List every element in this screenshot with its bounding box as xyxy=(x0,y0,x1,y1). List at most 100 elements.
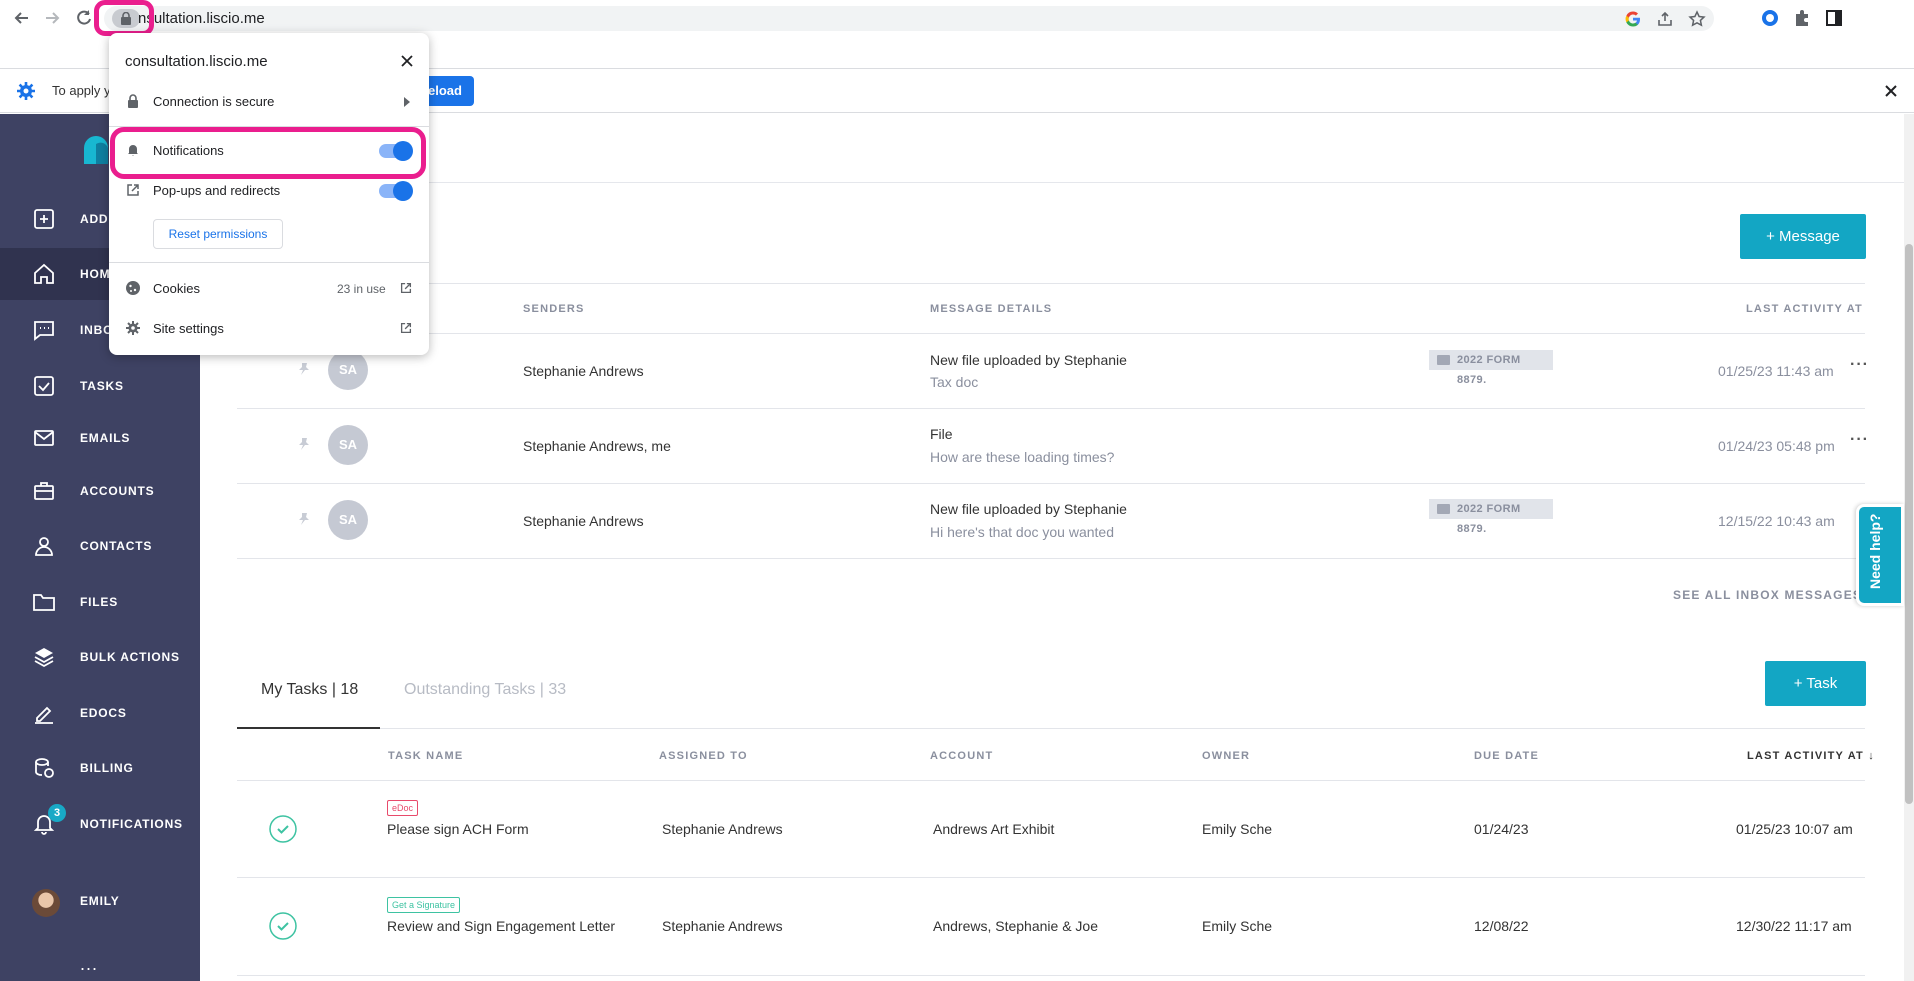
toggle-knob xyxy=(393,181,413,201)
attachment-name: 2022 FORM 8879. xyxy=(1457,503,1521,535)
briefcase-icon xyxy=(34,482,54,500)
last-activity: 01/25/23 10:07 am xyxy=(1736,821,1853,837)
site-info-highlight xyxy=(94,0,154,36)
sidebar-item-bulk-actions[interactable]: BULK ACTIONS xyxy=(0,631,200,683)
more-options-icon[interactable]: ··· xyxy=(1850,356,1869,374)
chat-icon xyxy=(34,321,54,341)
assigned-to: Stephanie Andrews xyxy=(662,918,783,934)
close-icon[interactable] xyxy=(1882,82,1900,100)
more-options-icon[interactable]: ··· xyxy=(1850,431,1869,449)
file-icon xyxy=(1437,355,1450,365)
message-preview: How are these loading times? xyxy=(930,449,1115,465)
task-name[interactable]: Review and Sign Engagement Letter xyxy=(387,918,615,934)
due-date: 12/08/22 xyxy=(1474,918,1529,934)
sender: Stephanie Andrews xyxy=(523,363,644,379)
site-info-popup: consultation.liscio.me Connection is sec… xyxy=(109,33,429,355)
chevron-right-icon xyxy=(404,97,410,107)
column-header-owner[interactable]: OWNER xyxy=(1202,750,1250,762)
sidebar-label: NOTIFICATIONS xyxy=(80,817,183,831)
tab-outstanding-tasks[interactable]: Outstanding Tasks | 33 xyxy=(404,681,566,699)
complete-task-icon[interactable] xyxy=(268,911,298,941)
extension-circle-icon[interactable] xyxy=(1760,8,1780,28)
home-icon xyxy=(34,263,54,284)
reset-permissions-button[interactable]: Reset permissions xyxy=(153,219,283,249)
sidebar-item-emails[interactable]: EMAILS xyxy=(0,412,200,464)
address-bar[interactable] xyxy=(104,6,1714,31)
sidebar-item-profile[interactable]: EMILY xyxy=(0,875,200,927)
sidebar-label: TASKS xyxy=(80,379,124,393)
notification-count-badge: 3 xyxy=(48,804,66,822)
divider xyxy=(237,975,1865,976)
signature-badge: Get a Signature xyxy=(387,897,461,913)
column-header-message-details[interactable]: MESSAGE DETAILS xyxy=(930,303,1052,315)
popups-toggle[interactable] xyxy=(379,181,413,201)
new-task-button[interactable]: + Task xyxy=(1765,661,1866,706)
sidebar-label: EMAILS xyxy=(80,431,131,445)
more-menu[interactable]: ... xyxy=(80,954,98,975)
cookies-label: Cookies xyxy=(153,281,200,296)
owner: Emily Sche xyxy=(1202,821,1273,837)
pen-icon xyxy=(35,706,53,724)
last-activity: 12/30/22 11:17 am xyxy=(1736,918,1852,934)
column-header-assigned-to[interactable]: ASSIGNED TO xyxy=(659,750,748,762)
column-header-task-name[interactable]: TASK NAME xyxy=(388,750,463,762)
task-name[interactable]: Please sign ACH Form xyxy=(387,821,529,837)
google-icon[interactable] xyxy=(1624,10,1642,28)
lock-icon xyxy=(128,94,138,108)
sidebar-item-notifications[interactable]: 3 NOTIFICATIONS xyxy=(0,798,200,850)
divider xyxy=(237,728,1865,729)
puzzle-icon[interactable] xyxy=(1792,8,1812,28)
attachment-tag[interactable]: 2022 FORM 8879. xyxy=(1429,499,1553,535)
attachment-tag[interactable]: 2022 FORM 8879. xyxy=(1429,350,1553,386)
external-link-icon xyxy=(127,184,139,196)
column-header-senders[interactable]: SENDERS xyxy=(523,303,585,315)
column-header-account[interactable]: ACCOUNT xyxy=(930,750,993,762)
pin-icon[interactable] xyxy=(296,511,312,527)
close-icon[interactable] xyxy=(399,53,415,69)
complete-task-icon[interactable] xyxy=(268,814,298,844)
column-header-last-activity-sorted[interactable]: LAST ACTIVITY AT ↓ xyxy=(1747,750,1875,762)
column-header-last-activity[interactable]: LAST ACTIVITY AT xyxy=(1746,303,1863,315)
sidebar-item-files[interactable]: FILES xyxy=(0,576,200,628)
side-panel-icon[interactable] xyxy=(1824,8,1844,28)
active-tab-indicator xyxy=(237,727,380,729)
account: Andrews, Stephanie & Joe xyxy=(933,918,1098,934)
sidebar-item-contacts[interactable]: CONTACTS xyxy=(0,520,200,572)
coins-icon xyxy=(35,758,54,778)
sidebar-item-accounts[interactable]: ACCOUNTS xyxy=(0,465,200,517)
new-message-button[interactable]: + Message xyxy=(1740,214,1866,259)
column-header-due-date[interactable]: DUE DATE xyxy=(1474,750,1539,762)
edoc-badge: eDoc xyxy=(387,800,419,816)
sidebar-item-tasks[interactable]: TASKS xyxy=(0,360,200,412)
need-help-button[interactable]: Need help? xyxy=(1856,504,1904,606)
share-icon[interactable] xyxy=(1656,10,1674,28)
pin-icon[interactable] xyxy=(296,436,312,452)
due-date: 01/24/23 xyxy=(1474,821,1529,837)
open-external-icon xyxy=(400,322,412,334)
tab-my-tasks[interactable]: My Tasks | 18 xyxy=(261,681,358,699)
sender: Stephanie Andrews xyxy=(523,513,644,529)
connection-label: Connection is secure xyxy=(153,94,275,109)
back-icon[interactable] xyxy=(12,8,32,28)
sidebar-label: EMILY xyxy=(80,894,120,908)
assigned-to: Stephanie Andrews xyxy=(662,821,783,837)
see-all-inbox-link[interactable]: SEE ALL INBOX MESSAGES xyxy=(1673,588,1862,602)
star-icon[interactable] xyxy=(1688,10,1706,28)
divider xyxy=(109,262,429,263)
divider xyxy=(237,283,1865,284)
message-title: New file uploaded by Stephanie xyxy=(930,501,1127,517)
forward-icon[interactable] xyxy=(42,8,62,28)
pin-icon[interactable] xyxy=(296,361,312,377)
reload-icon[interactable] xyxy=(74,8,94,28)
avatar: SA xyxy=(328,350,368,390)
divider xyxy=(237,408,1865,409)
scrollbar[interactable] xyxy=(1904,114,1914,981)
sidebar-item-billing[interactable]: BILLING xyxy=(0,742,200,794)
url-text[interactable]: nsultation.liscio.me xyxy=(138,10,265,27)
browser-toolbar: nsultation.liscio.me xyxy=(0,0,1914,36)
scroll-thumb[interactable] xyxy=(1905,244,1913,804)
sidebar-item-edocs[interactable]: EDOCS xyxy=(0,687,200,739)
divider xyxy=(237,333,1865,334)
cookies-count: 23 in use xyxy=(337,282,386,296)
notifications-highlight xyxy=(110,127,426,179)
